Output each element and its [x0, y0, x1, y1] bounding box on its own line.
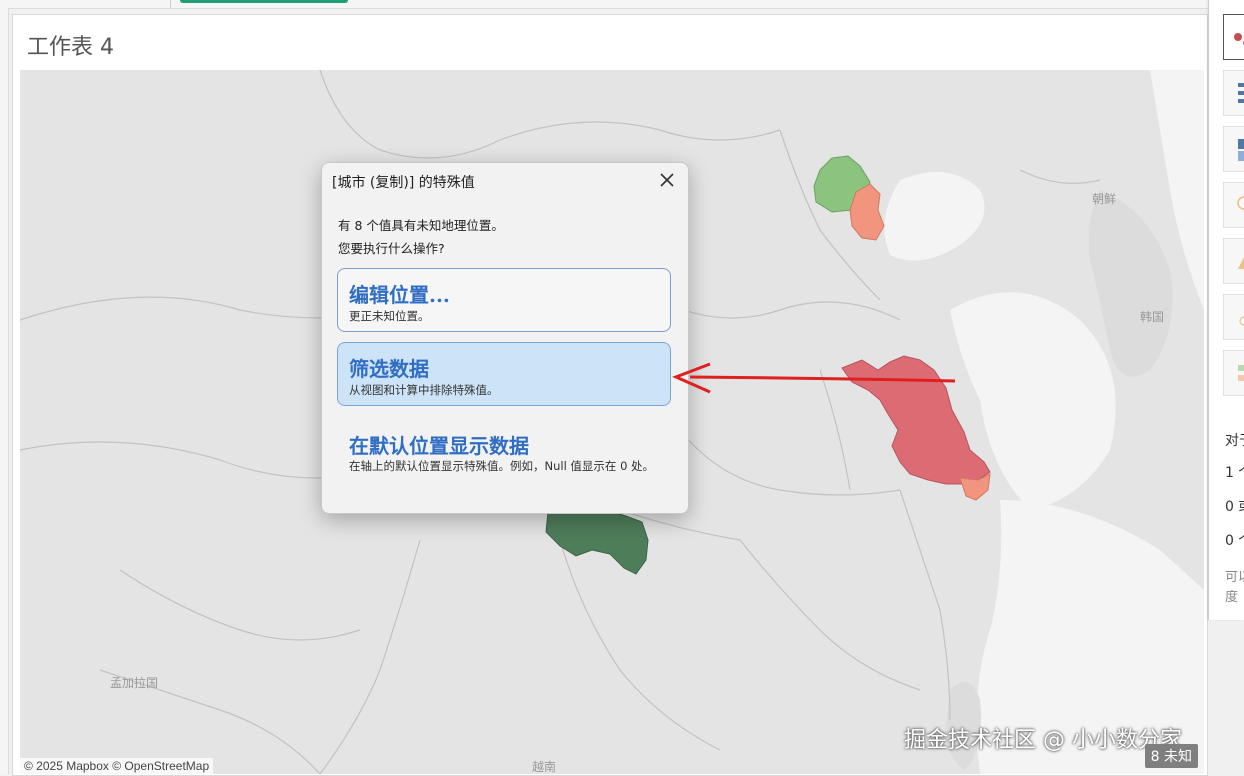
show-at-default-title: 在默认位置显示数据: [349, 434, 529, 458]
show-at-default-subtitle: 在轴上的默认位置显示特殊值。例如，Null 值显示在 0 处。: [349, 459, 655, 473]
close-icon[interactable]: [658, 171, 676, 189]
dialog-title: [城市 (复制)] 的特殊值: [332, 175, 475, 191]
pie-chart-icon: [1239, 316, 1244, 326]
map-label-vietnam: 越南: [532, 760, 557, 774]
edit-locations-title: 编辑位置...: [349, 283, 450, 307]
chart-type-text-table-thumb[interactable]: [1223, 70, 1244, 116]
chart-type-heatmap-thumb[interactable]: [1223, 126, 1244, 172]
map-label-north-korea: 朝鲜: [1092, 192, 1117, 206]
map-label-south-korea: 韩国: [1140, 310, 1165, 324]
chart-type-filled-map-thumb[interactable]: [1223, 238, 1244, 284]
panel-text-line-4: 0 个: [1225, 533, 1244, 549]
panel-text-line-2: 1 个: [1225, 465, 1244, 481]
panel-text-line-5: 可以: [1225, 570, 1244, 585]
map-label-bangladesh: 孟加拉国: [110, 676, 159, 690]
show-me-panel: 对于 1 个 0 或 0 个 可以 度: [1208, 0, 1244, 620]
chart-type-map-thumb[interactable]: [1223, 14, 1244, 60]
region-red-large: [841, 355, 991, 485]
active-tab-indicator[interactable]: [180, 0, 348, 3]
filter-data-button[interactable]: 筛选数据 从视图和计算中排除特殊值。: [337, 342, 671, 406]
tab-separator: [170, 0, 171, 8]
chart-type-symbol-map-thumb[interactable]: [1223, 182, 1244, 228]
panel-text-line-6: 度: [1225, 590, 1239, 605]
map-chart-icon: [1234, 33, 1244, 46]
edit-locations-subtitle: 更正未知位置。: [349, 309, 430, 323]
watermark: 掘金技术社区 @ 小小数分家: [904, 728, 1182, 753]
treemap-chart-icon: [1238, 365, 1244, 381]
edit-locations-button[interactable]: 编辑位置... 更正未知位置。: [337, 268, 671, 332]
panel-text-line-1: 对于: [1225, 433, 1244, 449]
dialog-message-count: 有 8 个值具有未知地理位置。: [338, 218, 504, 233]
top-tab-strip: [0, 0, 1210, 9]
table-chart-icon: [1238, 83, 1244, 103]
dialog-message-question: 您要执行什么操作?: [338, 241, 445, 256]
show-at-default-position-button[interactable]: 在默认位置显示数据 在轴上的默认位置显示特殊值。例如，Null 值显示在 0 处…: [337, 419, 671, 491]
filled-map-chart-icon: [1238, 257, 1244, 269]
heatmap-chart-icon: [1238, 139, 1244, 161]
region-dark-green: [545, 507, 649, 575]
unknown-values-badge[interactable]: 8 未知: [1144, 744, 1198, 768]
filter-data-title: 筛选数据: [349, 357, 429, 381]
special-values-dialog: [城市 (复制)] 的特殊值 有 8 个值具有未知地理位置。 您要执行什么操作?…: [321, 162, 689, 514]
bohai-sea: [884, 172, 985, 261]
symbol-map-chart-icon: [1237, 196, 1244, 210]
chart-type-pie-thumb[interactable]: [1223, 294, 1244, 340]
left-sidebar-edge: [0, 8, 9, 774]
panel-text-line-3: 0 或: [1225, 499, 1244, 515]
filter-data-subtitle: 从视图和计算中排除特殊值。: [349, 383, 499, 397]
map-attribution[interactable]: © 2025 Mapbox © OpenStreetMap: [20, 758, 214, 774]
chart-type-treemap-thumb[interactable]: [1223, 350, 1244, 396]
sheet-title[interactable]: 工作表 4: [27, 29, 114, 61]
